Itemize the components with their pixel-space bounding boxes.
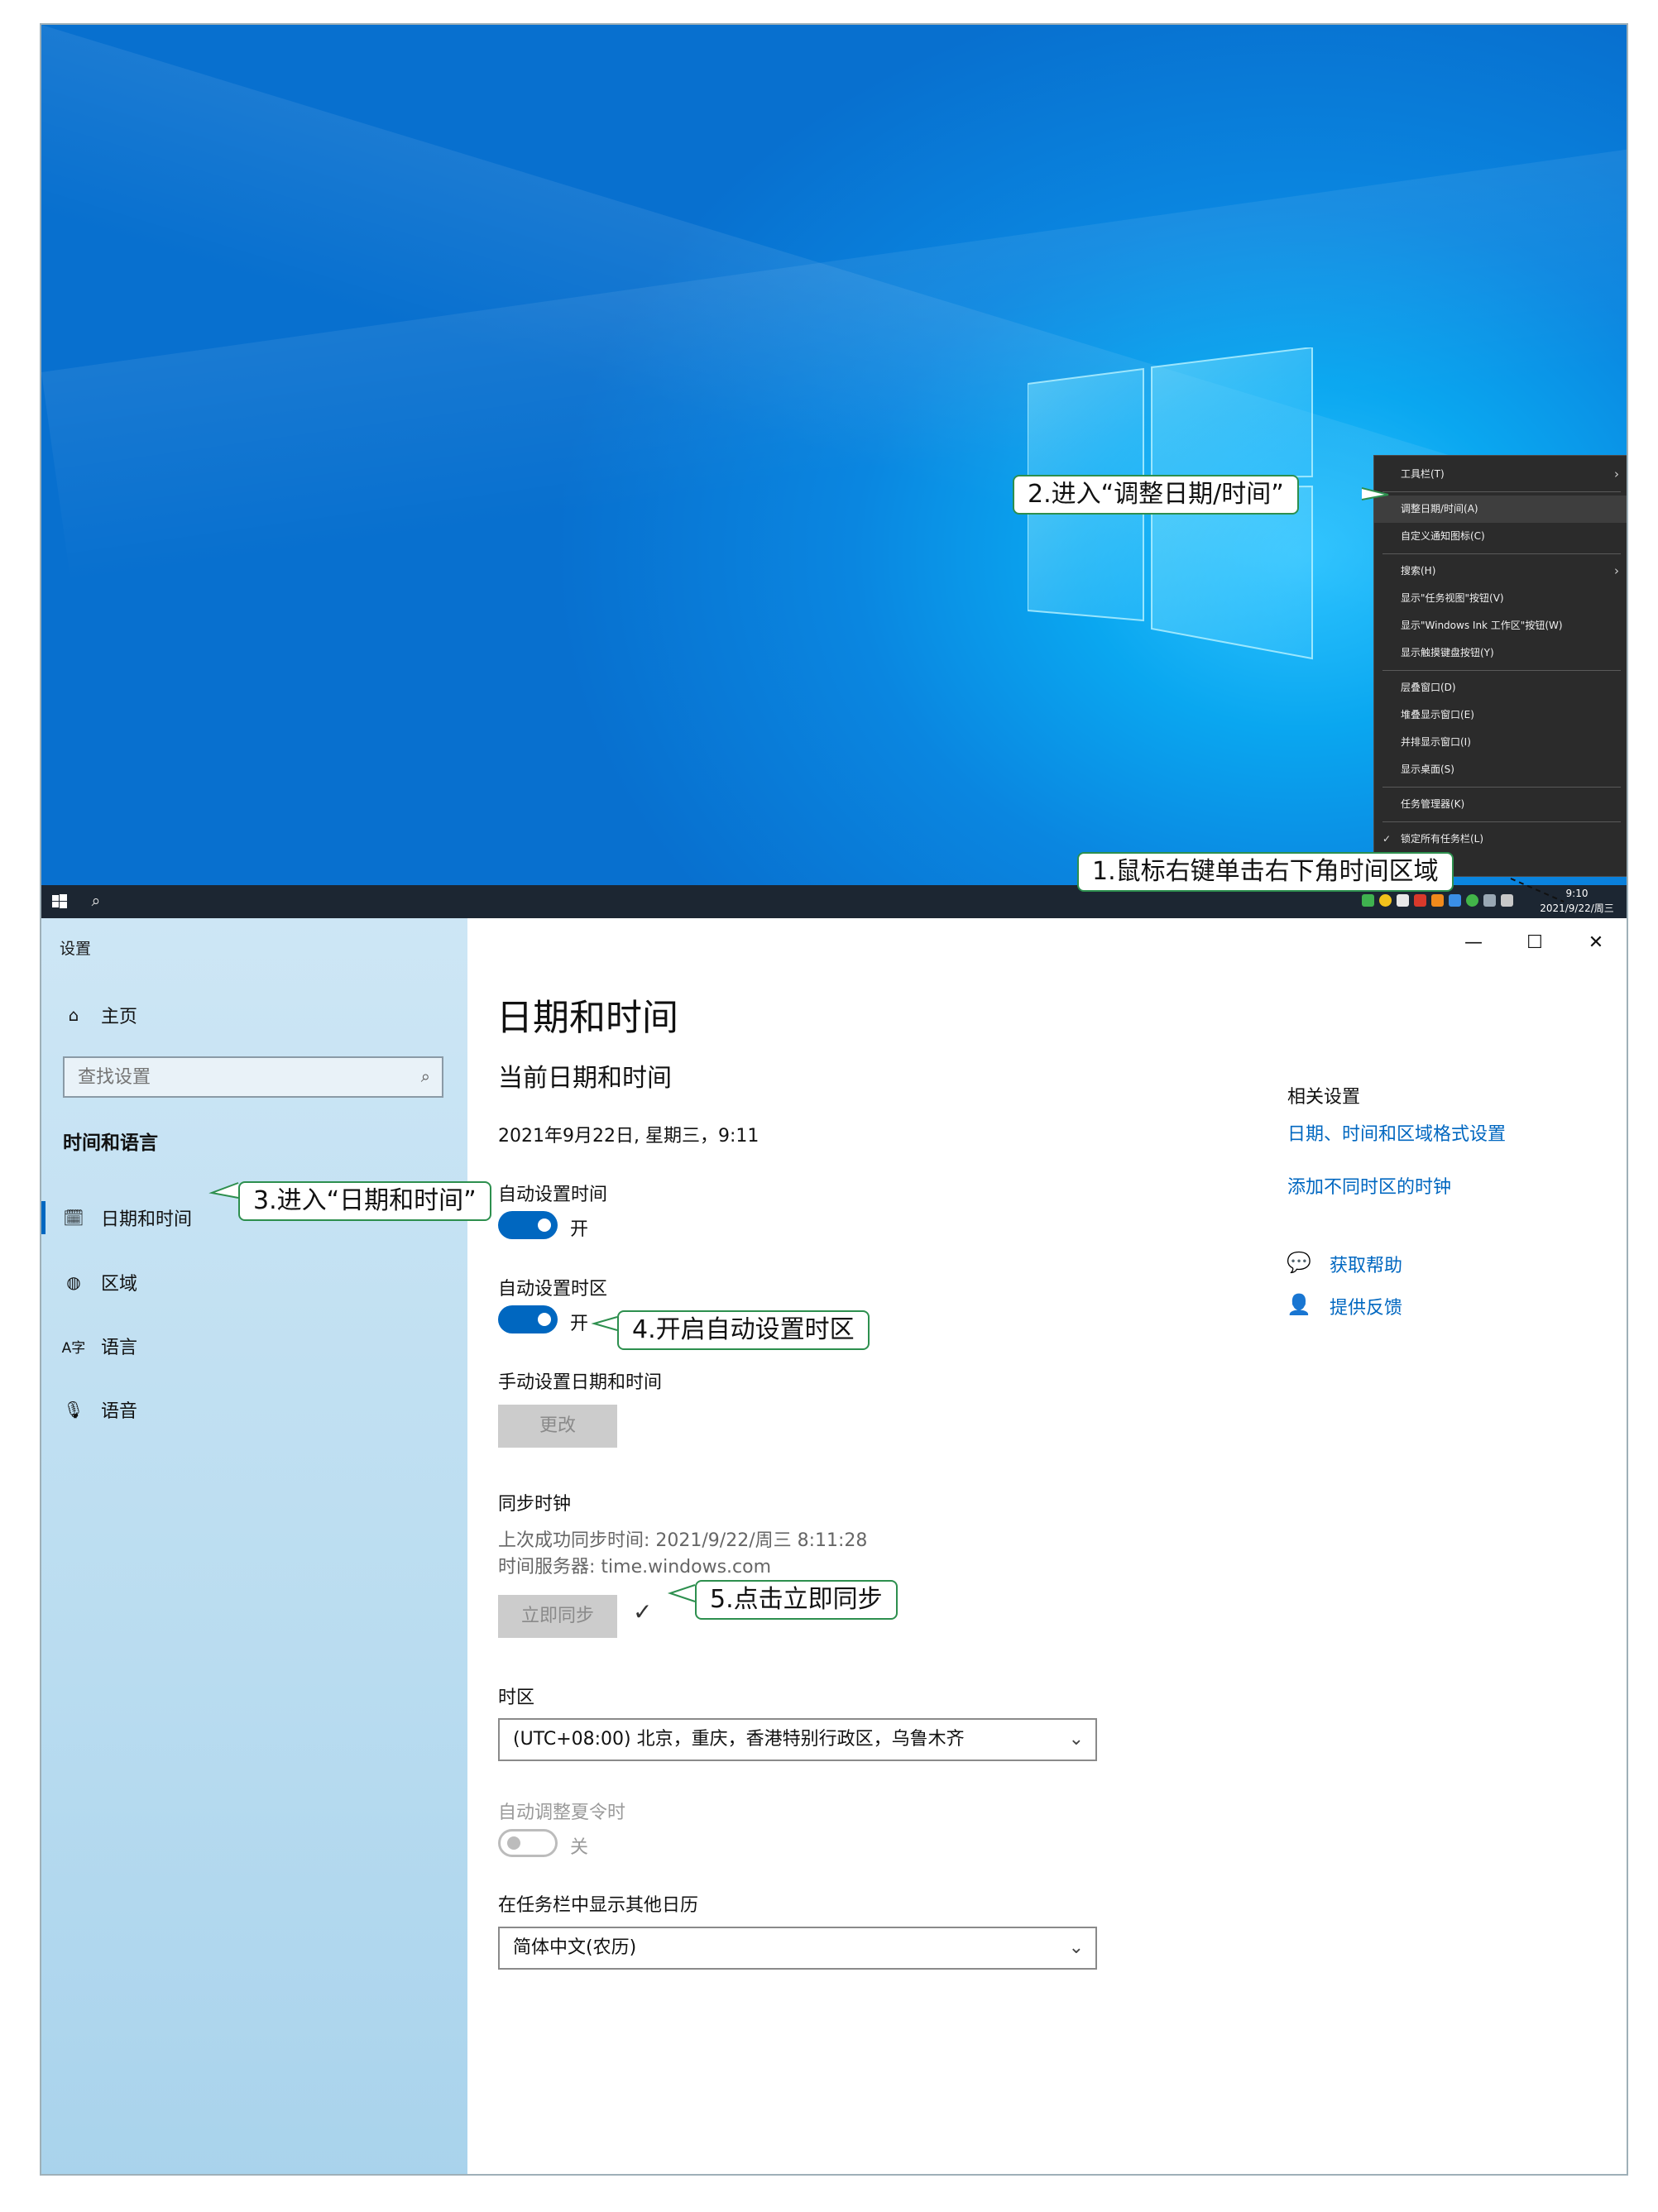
callout-step-2: 2.进入“调整日期/时间”	[1013, 475, 1299, 515]
tray-app-icon[interactable]	[1414, 894, 1426, 907]
menu-item-show-task-view[interactable]: 显示"任务视图"按钮(V)	[1374, 585, 1627, 612]
volume-icon[interactable]	[1501, 894, 1513, 907]
calendar-dropdown[interactable]: 简体中文(农历) ⌄	[498, 1927, 1097, 1970]
sync-now-button[interactable]: 立即同步	[498, 1595, 617, 1638]
auto-timezone-toggle[interactable]	[498, 1305, 558, 1333]
auto-timezone-label: 自动设置时区	[498, 1279, 608, 1300]
menu-separator	[1382, 787, 1621, 788]
tray-chat-icon[interactable]	[1466, 894, 1478, 907]
taskbar-context-menu: 工具栏(T) › 调整日期/时间(A) 自定义通知图标(C) 搜索(H) › 显示"…	[1373, 455, 1627, 877]
menu-item-show-touch-keyboard[interactable]: 显示触摸键盘按钮(Y)	[1374, 639, 1627, 667]
menu-item-side-by-side[interactable]: 并排显示窗口(I)	[1374, 729, 1627, 756]
settings-sidebar: 设置 ⌂ 主页 ⌕ 时间和语言 🗓 日期和时间 ◍ 区域 A字 语言	[41, 918, 467, 2174]
menu-item-toolbars[interactable]: 工具栏(T) ›	[1374, 461, 1627, 488]
manual-date-time-label: 手动设置日期和时间	[498, 1372, 663, 1393]
menu-separator	[1382, 670, 1621, 671]
menu-item-task-manager[interactable]: 任务管理器(K)	[1374, 791, 1627, 818]
timezone-dropdown[interactable]: (UTC+08:00) 北京，重庆，香港特别行政区，乌鲁木齐 ⌄	[498, 1718, 1097, 1761]
auto-time-state: 开	[570, 1219, 589, 1240]
auto-time-toggle[interactable]	[498, 1211, 558, 1239]
sidebar-item-date-time[interactable]: 🗓 日期和时间	[61, 1199, 192, 1236]
menu-separator	[1382, 491, 1621, 492]
search-input[interactable]	[65, 1058, 395, 1096]
menu-item-show-ink-workspace[interactable]: 显示"Windows Ink 工作区"按钮(W)	[1374, 612, 1627, 639]
settings-content: 日期和时间 当前日期和时间 2021年9月22日, 星期三，9:11 自动设置时…	[467, 918, 1627, 2174]
related-settings-heading: 相关设置	[1287, 1087, 1361, 1108]
tray-app-icon[interactable]	[1449, 894, 1461, 907]
other-calendar-label: 在任务栏中显示其他日历	[498, 1895, 699, 1916]
microphone-icon: 🎙	[63, 1400, 84, 1420]
chevron-down-icon: ⌄	[1068, 1937, 1084, 1958]
give-feedback-link[interactable]: 提供反馈	[1330, 1293, 1402, 1319]
sync-last-time: 上次成功同步时间: 2021/9/22/周三 8:11:28	[498, 1530, 868, 1551]
nav-selection-indicator	[41, 1201, 46, 1234]
language-icon: A字	[61, 1339, 86, 1357]
toggle-knob	[538, 1313, 551, 1326]
nav-home[interactable]: ⌂ 主页	[61, 997, 137, 1033]
chevron-right-icon: ›	[1614, 467, 1619, 481]
globe-icon: ◍	[66, 1272, 81, 1292]
dst-label: 自动调整夏令时	[498, 1803, 626, 1823]
callout-step-3: 3.进入“日期和时间”	[238, 1181, 491, 1221]
chevron-down-icon: ⌄	[1068, 1729, 1084, 1750]
clock-time: 9:10	[1565, 888, 1589, 899]
chevron-right-icon: ›	[1614, 563, 1619, 578]
menu-item-lock-taskbar[interactable]: ✓ 锁定所有任务栏(L)	[1374, 826, 1627, 853]
check-icon: ✓	[633, 1598, 653, 1625]
tray-shield-icon[interactable]	[1431, 894, 1444, 907]
region-format-link[interactable]: 日期、时间和区域格式设置	[1287, 1119, 1506, 1146]
settings-search-box: ⌕	[63, 1056, 443, 1098]
desktop: 工具栏(T) › 调整日期/时间(A) 自定义通知图标(C) 搜索(H) › 显示"…	[41, 25, 1627, 885]
section-title: 时间和语言	[63, 1132, 158, 1154]
callout-step-1: 1.鼠标右键单击右下角时间区域	[1077, 852, 1454, 892]
network-icon[interactable]	[1483, 894, 1496, 907]
current-date-value: 2021年9月22日, 星期三，9:11	[498, 1126, 760, 1147]
window-title: 设置	[60, 940, 92, 958]
menu-item-customize-notification-icons[interactable]: 自定义通知图标(C)	[1374, 523, 1627, 550]
current-date-heading: 当前日期和时间	[498, 1064, 672, 1093]
timezone-label: 时区	[498, 1688, 535, 1708]
sidebar-item-speech[interactable]: 🎙 语音	[61, 1391, 137, 1428]
tray-app-icon[interactable]	[1379, 894, 1392, 907]
settings-window: 设置 ⌂ 主页 ⌕ 时间和语言 🗓 日期和时间 ◍ 区域 A字 语言	[41, 918, 1627, 2174]
menu-separator	[1382, 821, 1621, 822]
toggle-knob	[507, 1836, 520, 1850]
tray-app-icon[interactable]	[1397, 894, 1409, 907]
date-time-icon: 🗓	[63, 1208, 84, 1228]
tray-app-icon[interactable]	[1362, 894, 1374, 907]
sidebar-item-language[interactable]: A字 语言	[61, 1328, 137, 1364]
sync-clock-heading: 同步时钟	[498, 1494, 572, 1515]
page-title: 日期和时间	[496, 997, 678, 1039]
search-icon[interactable]: ⌕	[421, 1066, 430, 1086]
menu-item-stack-windows[interactable]: 堆叠显示窗口(E)	[1374, 701, 1627, 729]
windows-start-icon[interactable]	[50, 892, 69, 912]
search-icon[interactable]: ⌕	[86, 891, 106, 911]
feedback-icon: 👤	[1287, 1293, 1311, 1316]
add-clocks-link[interactable]: 添加不同时区的时钟	[1287, 1172, 1451, 1199]
menu-separator	[1382, 553, 1621, 554]
sidebar-item-region[interactable]: ◍ 区域	[61, 1264, 137, 1300]
callout-step-5: 5.点击立即同步	[695, 1580, 898, 1620]
screenshot-frame: 工具栏(T) › 调整日期/时间(A) 自定义通知图标(C) 搜索(H) › 显示"…	[40, 23, 1628, 2176]
get-help-link[interactable]: 获取帮助	[1330, 1251, 1402, 1277]
clock-date: 2021/9/22/周三	[1540, 903, 1614, 914]
check-icon: ✓	[1382, 833, 1392, 845]
toggle-knob	[538, 1219, 551, 1232]
menu-item-search[interactable]: 搜索(H) ›	[1374, 558, 1627, 585]
menu-item-adjust-date-time[interactable]: 调整日期/时间(A)	[1374, 496, 1627, 523]
callout-step-4: 4.开启自动设置时区	[617, 1310, 870, 1350]
dst-state: 关	[570, 1837, 589, 1858]
help-icon: 💬	[1287, 1251, 1311, 1274]
menu-item-show-desktop[interactable]: 显示桌面(S)	[1374, 756, 1627, 783]
sync-time-server: 时间服务器: time.windows.com	[498, 1557, 772, 1578]
home-icon: ⌂	[68, 1005, 79, 1025]
change-button[interactable]: 更改	[498, 1405, 617, 1448]
auto-time-label: 自动设置时间	[498, 1185, 608, 1205]
system-tray	[1362, 894, 1513, 909]
auto-timezone-state: 开	[570, 1314, 589, 1334]
dst-toggle[interactable]	[498, 1829, 558, 1857]
menu-item-cascade-windows[interactable]: 层叠窗口(D)	[1374, 674, 1627, 701]
taskbar-clock[interactable]: 9:10 2021/9/22/周三	[1527, 886, 1627, 916]
